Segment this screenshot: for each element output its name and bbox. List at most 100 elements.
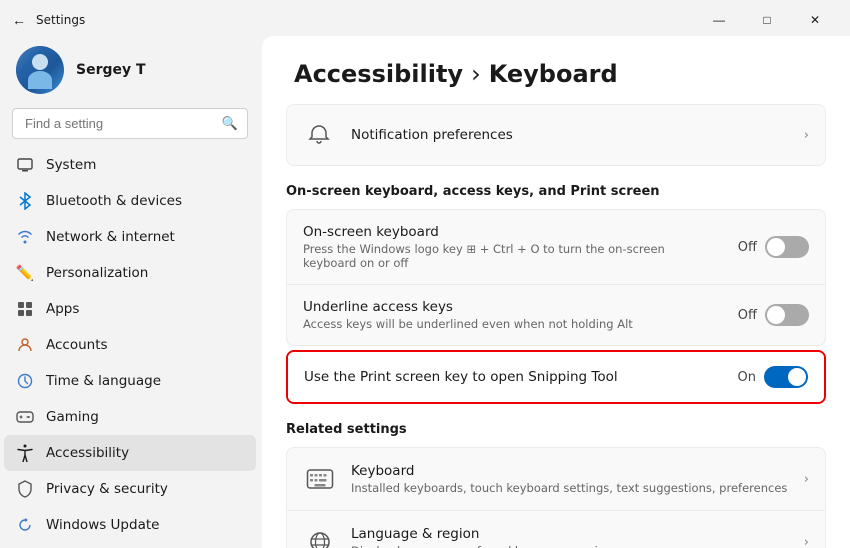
print-screen-card[interactable]: Use the Print screen key to open Snippin… — [286, 350, 826, 404]
sidebar-label-update: Windows Update — [46, 517, 159, 533]
keyboard-icon — [303, 462, 337, 496]
sidebar-label-system: System — [46, 157, 96, 173]
app-body: Sergey T 🔍 System Bluetooth & devices — [0, 36, 850, 548]
sidebar-item-time[interactable]: Time & language — [4, 363, 256, 399]
onscreen-keyboard-state: Off — [738, 240, 757, 255]
print-screen-row[interactable]: Use the Print screen key to open Snippin… — [288, 352, 824, 402]
avatar — [16, 46, 64, 94]
sidebar-item-bluetooth[interactable]: Bluetooth & devices — [4, 183, 256, 219]
accounts-icon — [16, 336, 34, 354]
sidebar-label-personalization: Personalization — [46, 265, 148, 281]
sidebar-item-system[interactable]: System — [4, 147, 256, 183]
sidebar-label-apps: Apps — [46, 301, 79, 317]
sidebar-item-accessibility[interactable]: Accessibility — [4, 435, 256, 471]
sidebar-label-accounts: Accounts — [46, 337, 108, 353]
related-keyboard-row[interactable]: Keyboard Installed keyboards, touch keyb… — [287, 448, 825, 510]
notification-preferences-text: Notification preferences — [351, 127, 788, 143]
search-icon: 🔍 — [222, 116, 238, 131]
update-icon — [16, 516, 34, 534]
onscreen-keyboard-row[interactable]: On-screen keyboard Press the Windows log… — [287, 210, 825, 284]
breadcrumb-parent: Accessibility — [294, 60, 463, 88]
sidebar-item-network[interactable]: Network & internet — [4, 219, 256, 255]
sidebar-label-bluetooth: Bluetooth & devices — [46, 193, 182, 209]
system-icon — [16, 156, 34, 174]
titlebar-controls: — □ ✕ — [696, 6, 838, 34]
sidebar-label-accessibility: Accessibility — [46, 445, 129, 461]
language-icon — [303, 525, 337, 548]
sidebar-item-apps[interactable]: Apps — [4, 291, 256, 327]
toggle-thumb — [767, 238, 785, 256]
underline-access-keys-desc: Access keys will be underlined even when… — [303, 317, 722, 331]
print-screen-right: On — [738, 366, 808, 388]
onscreen-keyboard-text: On-screen keyboard Press the Windows log… — [303, 224, 722, 270]
underline-access-keys-row[interactable]: Underline access keys Access keys will b… — [287, 284, 825, 345]
bluetooth-icon — [16, 192, 34, 210]
print-screen-title: Use the Print screen key to open Snippin… — [304, 369, 722, 385]
related-language-desc: Display language, preferred language, re… — [351, 544, 790, 548]
main-content: Accessibility › Keyboard Notification pr… — [262, 36, 850, 548]
notification-preferences-row[interactable]: Notification preferences › — [287, 105, 825, 165]
related-keyboard-desc: Installed keyboards, touch keyboard sett… — [351, 481, 790, 495]
onscreen-keyboard-title: On-screen keyboard — [303, 224, 722, 240]
privacy-icon — [16, 480, 34, 498]
underline-access-keys-title: Underline access keys — [303, 299, 722, 315]
minimize-button[interactable]: — — [696, 6, 742, 34]
sidebar-item-personalization[interactable]: ✏️ Personalization — [4, 255, 256, 291]
sidebar-item-privacy[interactable]: Privacy & security — [4, 471, 256, 507]
underline-access-keys-state: Off — [738, 308, 757, 323]
sidebar-item-gaming[interactable]: Gaming — [4, 399, 256, 435]
print-screen-text: Use the Print screen key to open Snippin… — [304, 369, 722, 385]
sidebar-label-gaming: Gaming — [46, 409, 99, 425]
sidebar-item-accounts[interactable]: Accounts — [4, 327, 256, 363]
onscreen-keyboard-group: On-screen keyboard Press the Windows log… — [286, 209, 826, 346]
sidebar-label-network: Network & internet — [46, 229, 175, 245]
related-language-title: Language & region — [351, 526, 790, 542]
nav-list: System Bluetooth & devices Network & int… — [0, 147, 260, 543]
language-chevron-icon: › — [804, 535, 809, 548]
related-settings-card: Keyboard Installed keyboards, touch keyb… — [286, 447, 826, 548]
network-icon — [16, 228, 34, 246]
apps-icon — [16, 300, 34, 318]
notification-icon — [303, 119, 335, 151]
sidebar-item-update[interactable]: Windows Update — [4, 507, 256, 543]
back-button[interactable]: ← — [12, 12, 26, 28]
onscreen-keyboard-desc: Press the Windows logo key ⊞ + Ctrl + O … — [303, 242, 722, 270]
related-language-text: Language & region Display language, pref… — [351, 526, 790, 548]
search-box: 🔍 — [12, 108, 248, 139]
notification-chevron-icon: › — [804, 128, 809, 143]
related-keyboard-title: Keyboard — [351, 463, 790, 479]
underline-access-keys-toggle[interactable] — [765, 304, 809, 326]
print-screen-state: On — [738, 370, 756, 385]
section2-label: Related settings — [286, 422, 826, 437]
onscreen-keyboard-toggle[interactable] — [765, 236, 809, 258]
related-keyboard-text: Keyboard Installed keyboards, touch keyb… — [351, 463, 790, 495]
onscreen-keyboard-right: Off — [738, 236, 809, 258]
titlebar: ← Settings — □ ✕ — [0, 0, 850, 36]
gaming-icon — [16, 408, 34, 426]
username: Sergey T — [76, 62, 146, 78]
underline-access-keys-text: Underline access keys Access keys will b… — [303, 299, 722, 331]
accessibility-icon — [16, 444, 34, 462]
print-screen-toggle[interactable] — [764, 366, 808, 388]
notification-preferences-card[interactable]: Notification preferences › — [286, 104, 826, 166]
sidebar-label-privacy: Privacy & security — [46, 481, 168, 497]
user-section[interactable]: Sergey T — [0, 36, 260, 108]
titlebar-title: Settings — [36, 13, 85, 27]
breadcrumb-separator: › — [471, 60, 481, 88]
keyboard-chevron-icon: › — [804, 472, 809, 487]
sidebar: Sergey T 🔍 System Bluetooth & devices — [0, 36, 260, 548]
notification-preferences-title: Notification preferences — [351, 127, 788, 143]
titlebar-left: ← Settings — [12, 12, 85, 28]
personalization-icon: ✏️ — [16, 264, 34, 282]
breadcrumb: Accessibility › Keyboard — [262, 36, 850, 104]
section1-label: On-screen keyboard, access keys, and Pri… — [286, 184, 826, 199]
related-language-row[interactable]: Language & region Display language, pref… — [287, 510, 825, 548]
toggle-thumb-3 — [788, 368, 806, 386]
close-button[interactable]: ✕ — [792, 6, 838, 34]
maximize-button[interactable]: □ — [744, 6, 790, 34]
time-icon — [16, 372, 34, 390]
settings-area: Notification preferences › On-screen key… — [262, 104, 850, 548]
search-input[interactable] — [12, 108, 248, 139]
sidebar-label-time: Time & language — [46, 373, 161, 389]
toggle-thumb-2 — [767, 306, 785, 324]
